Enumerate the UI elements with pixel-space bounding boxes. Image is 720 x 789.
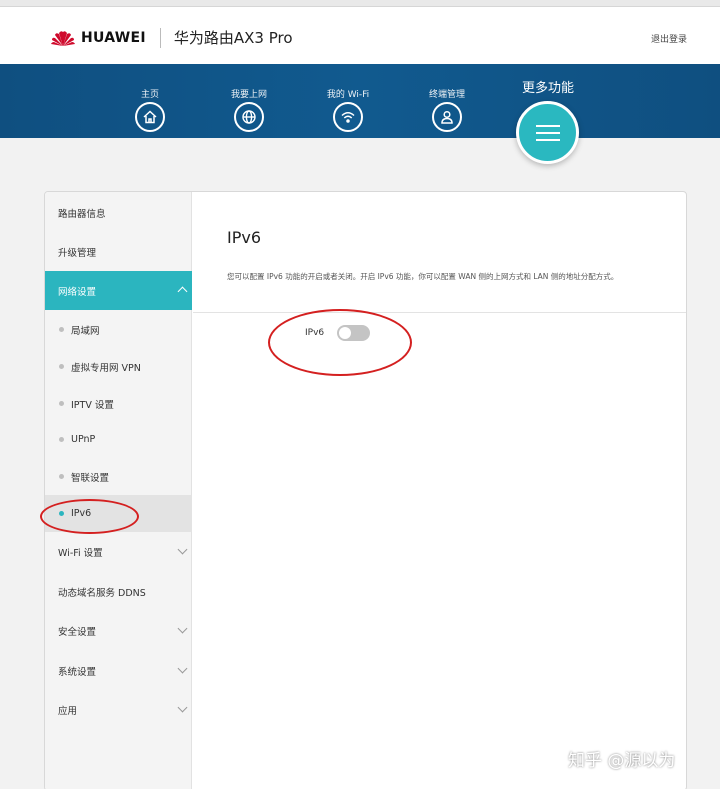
sidebar-item-network[interactable]: 网络设置	[45, 271, 192, 310]
more-features-button[interactable]	[516, 101, 579, 164]
sidebar-item-wifi[interactable]: Wi-Fi 设置	[45, 532, 192, 571]
user-icon	[432, 102, 462, 132]
sidebar-item-label: 安全设置	[58, 626, 97, 638]
header: HUAWEI 华为路由AX3 Pro 退出登录	[0, 7, 720, 64]
sidebar-sub-iptv[interactable]: IPTV 设置	[45, 385, 192, 422]
sidebar-item-label: 网络设置	[58, 286, 97, 298]
bullet-icon	[59, 364, 64, 369]
logo-divider	[159, 27, 161, 48]
sidebar-item-router-info[interactable]: 路由器信息	[45, 193, 192, 232]
chevron-down-icon	[177, 623, 188, 634]
sidebar-sub-upnp[interactable]: UPnP	[45, 421, 192, 458]
nav-item-wifi[interactable]: 我的 Wi-Fi	[313, 87, 383, 132]
annotation-circle-toggle	[268, 309, 412, 376]
more-features-label: 更多功能	[521, 81, 574, 96]
sidebar-sub-label: IPTV 设置	[71, 399, 114, 411]
logout-link[interactable]: 退出登录	[651, 32, 687, 45]
settings-panel: 路由器信息 升级管理 网络设置 局域网 虚拟专用网 VPN IPTV 设置 UP…	[44, 191, 687, 789]
sidebar-sub-vpn[interactable]: 虚拟专用网 VPN	[45, 348, 192, 385]
chevron-down-icon	[177, 663, 188, 674]
sidebar-item-label: 应用	[58, 705, 78, 717]
main-nav: 主页 我要上网 我的 Wi-Fi 终端管理 更多功能	[0, 64, 720, 138]
page-title: IPv6	[227, 228, 262, 247]
browser-toolbar-strip	[0, 0, 720, 7]
sidebar-sub-label: 局域网	[71, 325, 100, 337]
nav-item-label: 我的 Wi-Fi	[326, 90, 370, 100]
bullet-icon	[59, 437, 64, 442]
sidebar-item-apps[interactable]: 应用	[45, 690, 192, 729]
sidebar-item-ddns[interactable]: 动态域名服务 DDNS	[45, 572, 192, 611]
sidebar-sub-lan[interactable]: 局域网	[45, 311, 192, 348]
sidebar-item-label: 路由器信息	[58, 208, 106, 220]
sidebar-sub-label: UPnP	[71, 434, 96, 445]
chevron-down-icon	[177, 544, 188, 555]
home-icon	[135, 102, 165, 132]
sidebar-item-system[interactable]: 系统设置	[45, 651, 192, 690]
wifi-icon	[333, 102, 363, 132]
chevron-down-icon	[177, 702, 188, 713]
sidebar-item-label: 动态域名服务 DDNS	[58, 587, 146, 599]
nav-item-internet[interactable]: 我要上网	[214, 87, 284, 132]
brand-name: HUAWEI	[81, 29, 146, 46]
sidebar-item-label: Wi-Fi 设置	[58, 547, 103, 559]
sidebar-sub-label: 智联设置	[71, 472, 110, 484]
nav-item-label: 主页	[140, 90, 159, 100]
chevron-up-icon	[177, 286, 188, 297]
annotation-circle-ipv6-menu	[40, 499, 139, 534]
sidebar-item-upgrade[interactable]: 升级管理	[45, 232, 192, 271]
content-area: IPv6 您可以配置 IPv6 功能的开启或者关闭。开启 IPv6 功能，你可以…	[193, 192, 686, 789]
huawei-flower-icon	[51, 30, 75, 46]
sidebar-item-label: 升级管理	[58, 247, 97, 259]
menu-icon	[535, 120, 560, 146]
watermark: 知乎 @源以为	[568, 751, 676, 771]
content-divider	[193, 312, 686, 313]
nav-item-label: 终端管理	[428, 90, 465, 100]
sidebar: 路由器信息 升级管理 网络设置 局域网 虚拟专用网 VPN IPTV 设置 UP…	[45, 192, 192, 789]
globe-icon	[234, 102, 264, 132]
sidebar-sub-label: 虚拟专用网 VPN	[71, 362, 141, 374]
huawei-logo: HUAWEI 华为路由AX3 Pro	[50, 27, 293, 48]
sidebar-item-label: 系统设置	[58, 666, 97, 678]
nav-item-devices[interactable]: 终端管理	[412, 87, 482, 132]
sidebar-item-security[interactable]: 安全设置	[45, 611, 192, 650]
page-description: 您可以配置 IPv6 功能的开启或者关闭。开启 IPv6 功能，你可以配置 WA…	[227, 272, 619, 281]
bullet-icon	[59, 474, 64, 479]
nav-item-label: 我要上网	[230, 90, 267, 100]
bullet-icon	[59, 401, 64, 406]
router-model: 华为路由AX3 Pro	[173, 29, 293, 47]
nav-item-home[interactable]: 主页	[115, 87, 185, 132]
bullet-icon	[59, 327, 64, 332]
sidebar-sub-smart-link[interactable]: 智联设置	[45, 458, 192, 495]
